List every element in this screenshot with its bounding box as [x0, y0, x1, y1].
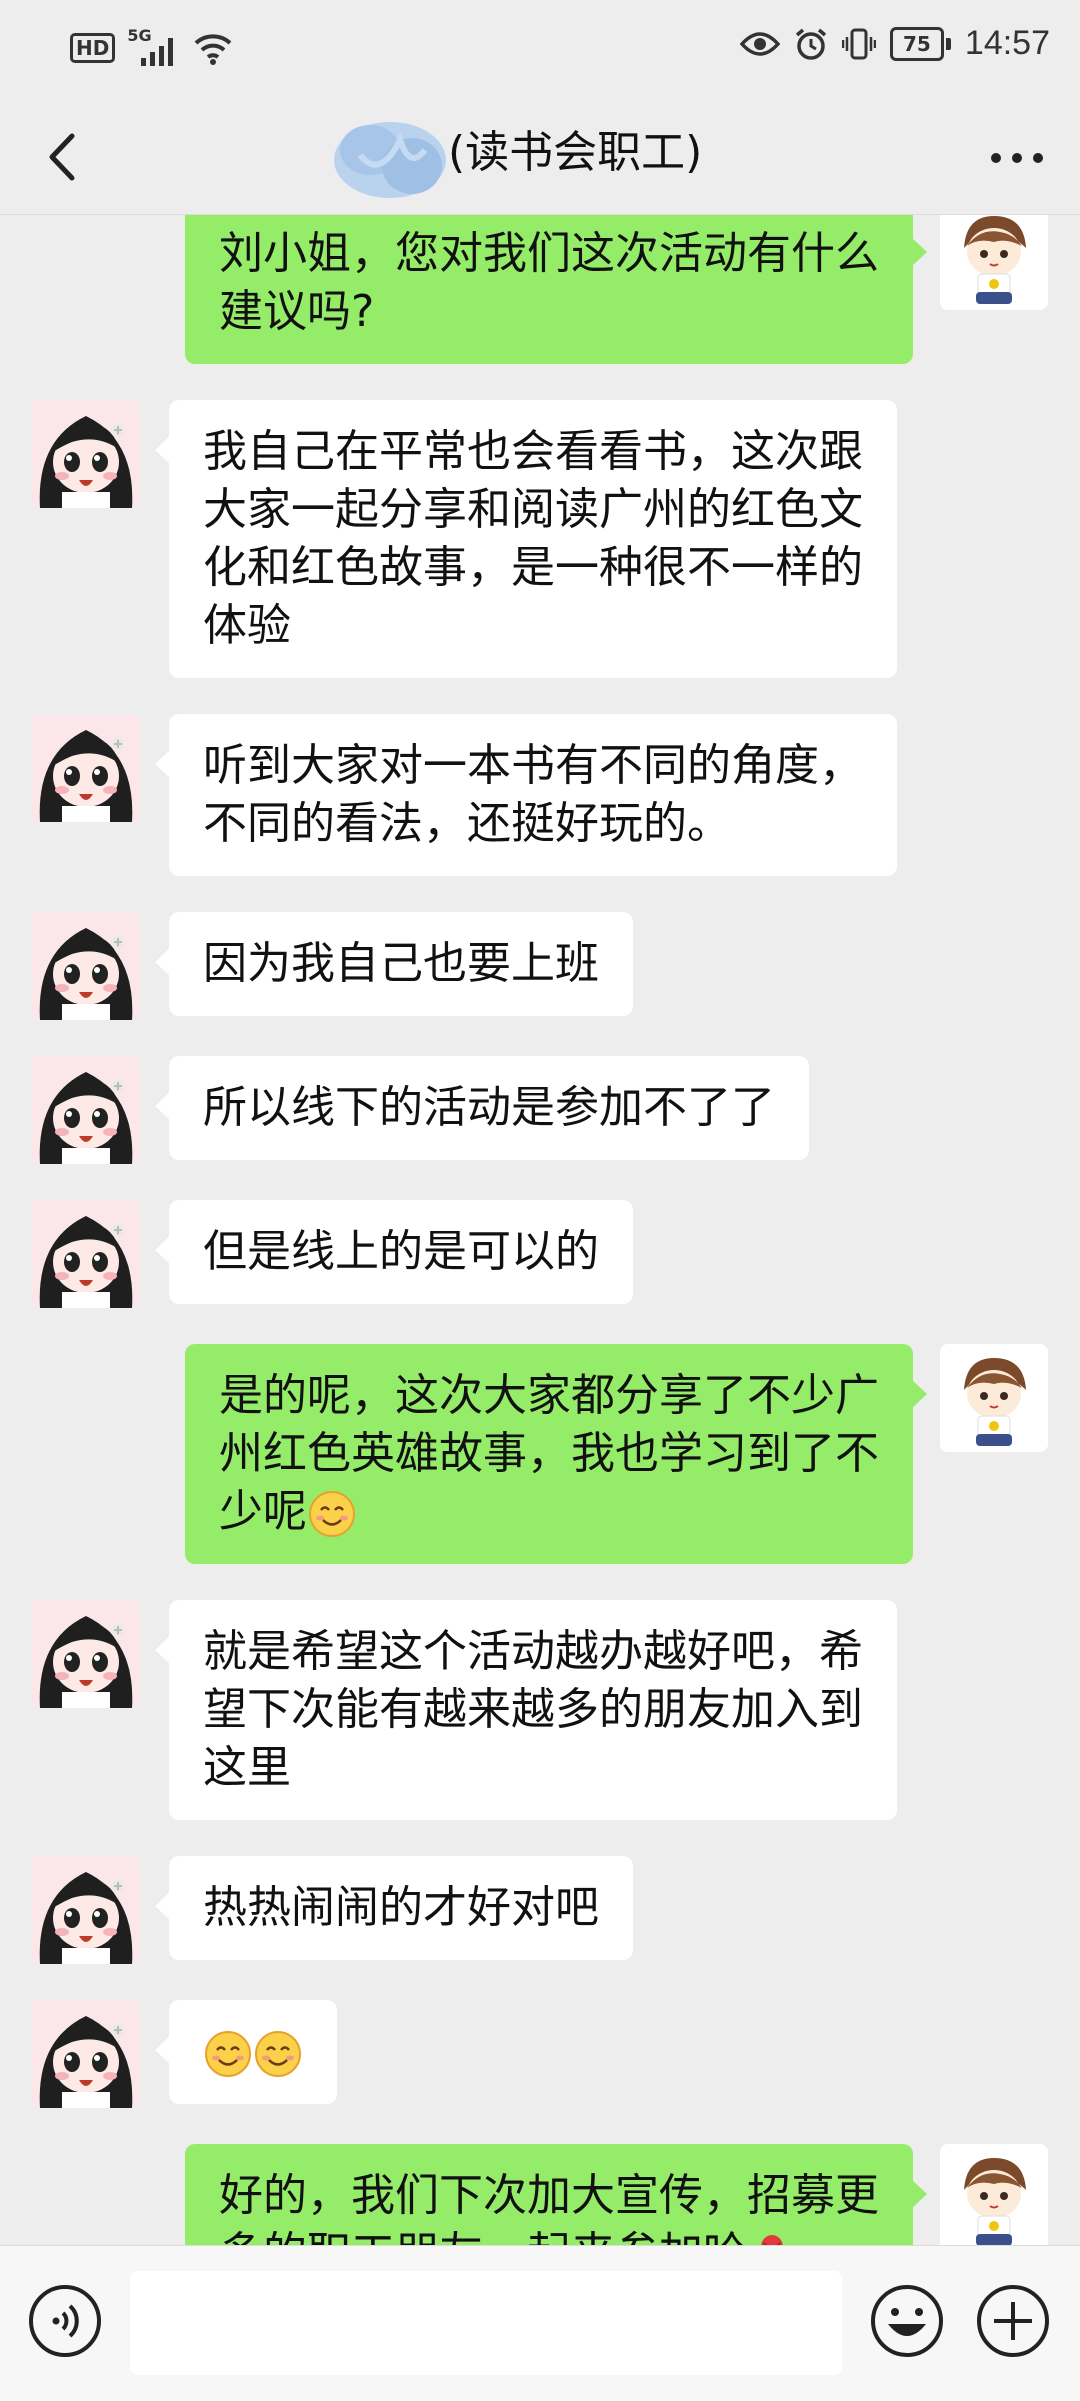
received-message: [0, 2000, 1080, 2108]
rose-emoji-icon: [761, 2235, 783, 2245]
input-bar: [0, 2245, 1080, 2401]
vibrate-icon: [841, 28, 876, 59]
received-message: 因为我自己也要上班: [0, 912, 1080, 1020]
received-message: 听到大家对一本书有不同的角度， 不同的看法，还挺好玩的。: [0, 714, 1080, 876]
received-message: 所以线下的活动是参加不了了: [0, 1056, 1080, 1164]
cell-signal-icon: 5G: [127, 26, 181, 66]
message-input[interactable]: [130, 2271, 842, 2375]
smile-emoji-icon: [255, 2031, 301, 2077]
more-dots-icon[interactable]: [982, 130, 1052, 186]
message-bubble[interactable]: 是的呢，这次大家都分享了不少广 州红色英雄故事，我也学习到了不 少呢: [185, 1344, 927, 1564]
received-message: 但是线上的是可以的: [0, 1200, 1080, 1308]
message-bubble[interactable]: 好的，我们下次加大宣传，招募更 多的职工朋友一起来参加哈: [185, 2144, 927, 2245]
contact-avatar[interactable]: [32, 1856, 140, 1964]
emoji-face-icon[interactable]: [868, 2282, 946, 2360]
battery-icon: 75: [889, 26, 951, 61]
sent-message: 好的，我们下次加大宣传，招募更 多的职工朋友一起来参加哈: [0, 2144, 1080, 2245]
contact-avatar[interactable]: [32, 2000, 140, 2108]
contact-avatar[interactable]: [32, 1200, 140, 1308]
message-bubble[interactable]: 热热闹闹的才好对吧: [155, 1856, 633, 1960]
status-bar: HD 5G 75 14:57: [0, 0, 1080, 100]
message-text: 听到大家对一本书有不同的角度， 不同的看法，还挺好玩的。: [203, 740, 863, 849]
my-avatar[interactable]: [940, 1344, 1048, 1452]
contact-avatar[interactable]: [32, 912, 140, 1020]
clock: 14:57: [964, 24, 1050, 62]
smile-emoji-icon: [309, 1491, 355, 1537]
smile-emoji-icon: [205, 2031, 251, 2077]
sent-message: 是的呢，这次大家都分享了不少广 州红色英雄故事，我也学习到了不 少呢: [0, 1344, 1080, 1564]
chat-title: (读书会职工): [448, 127, 703, 178]
battery-level: 75: [889, 26, 944, 61]
message-text: 刘小姐，您对我们这次活动有什么 建议吗?: [219, 228, 879, 337]
alarm-icon: [795, 28, 827, 60]
chat-header: (读书会职工): [0, 100, 1080, 215]
redacted-name-scribble: [334, 122, 446, 198]
message-text: 我自己在平常也会看看书，这次跟 大家一起分享和阅读广州的红色文 化和红色故事，是…: [203, 426, 863, 651]
received-message: 就是希望这个活动越办越好吧，希 望下次能有越来越多的朋友加入到 这里: [0, 1600, 1080, 1820]
contact-avatar[interactable]: [32, 1056, 140, 1164]
my-avatar[interactable]: [940, 215, 1048, 310]
message-bubble[interactable]: [155, 2000, 337, 2104]
message-text: 因为我自己也要上班: [203, 938, 599, 989]
back-arrow-icon[interactable]: [30, 122, 100, 192]
message-bubble[interactable]: 因为我自己也要上班: [155, 912, 633, 1016]
contact-avatar[interactable]: [32, 400, 140, 508]
status-right: 75 14:57: [739, 24, 1050, 63]
received-message: 热热闹闹的才好对吧: [0, 1856, 1080, 1964]
sent-message: 刘小姐，您对我们这次活动有什么 建议吗?: [0, 215, 1080, 364]
message-bubble[interactable]: 听到大家对一本书有不同的角度， 不同的看法，还挺好玩的。: [155, 714, 897, 876]
received-message: 我自己在平常也会看看书，这次跟 大家一起分享和阅读广州的红色文 化和红色故事，是…: [0, 400, 1080, 678]
message-text: 但是线上的是可以的: [203, 1226, 599, 1277]
message-text: 所以线下的活动是参加不了了: [203, 1082, 775, 1133]
message-text: 热热闹闹的才好对吧: [203, 1882, 599, 1933]
wifi-icon: [194, 34, 232, 65]
message-bubble[interactable]: 我自己在平常也会看看书，这次跟 大家一起分享和阅读广州的红色文 化和红色故事，是…: [155, 400, 897, 678]
message-bubble[interactable]: 就是希望这个活动越办越好吧，希 望下次能有越来越多的朋友加入到 这里: [155, 1600, 897, 1820]
message-bubble[interactable]: 刘小姐，您对我们这次活动有什么 建议吗?: [185, 215, 927, 364]
my-avatar[interactable]: [940, 2144, 1048, 2245]
message-bubble[interactable]: 但是线上的是可以的: [155, 1200, 633, 1304]
message-bubble[interactable]: 所以线下的活动是参加不了了: [155, 1056, 809, 1160]
message-text: 就是希望这个活动越办越好吧，希 望下次能有越来越多的朋友加入到 这里: [203, 1626, 863, 1793]
plus-icon[interactable]: [974, 2282, 1052, 2360]
contact-avatar[interactable]: [32, 1600, 140, 1708]
contact-avatar[interactable]: [32, 714, 140, 822]
status-left: HD 5G: [70, 26, 233, 66]
voice-icon[interactable]: [26, 2282, 104, 2360]
hd-badge: HD: [70, 33, 116, 63]
eye-icon: [739, 31, 780, 56]
message-list[interactable]: 刘小姐，您对我们这次活动有什么 建议吗? 我自己在平常也会看看书，这次跟 大家一…: [0, 215, 1080, 2245]
